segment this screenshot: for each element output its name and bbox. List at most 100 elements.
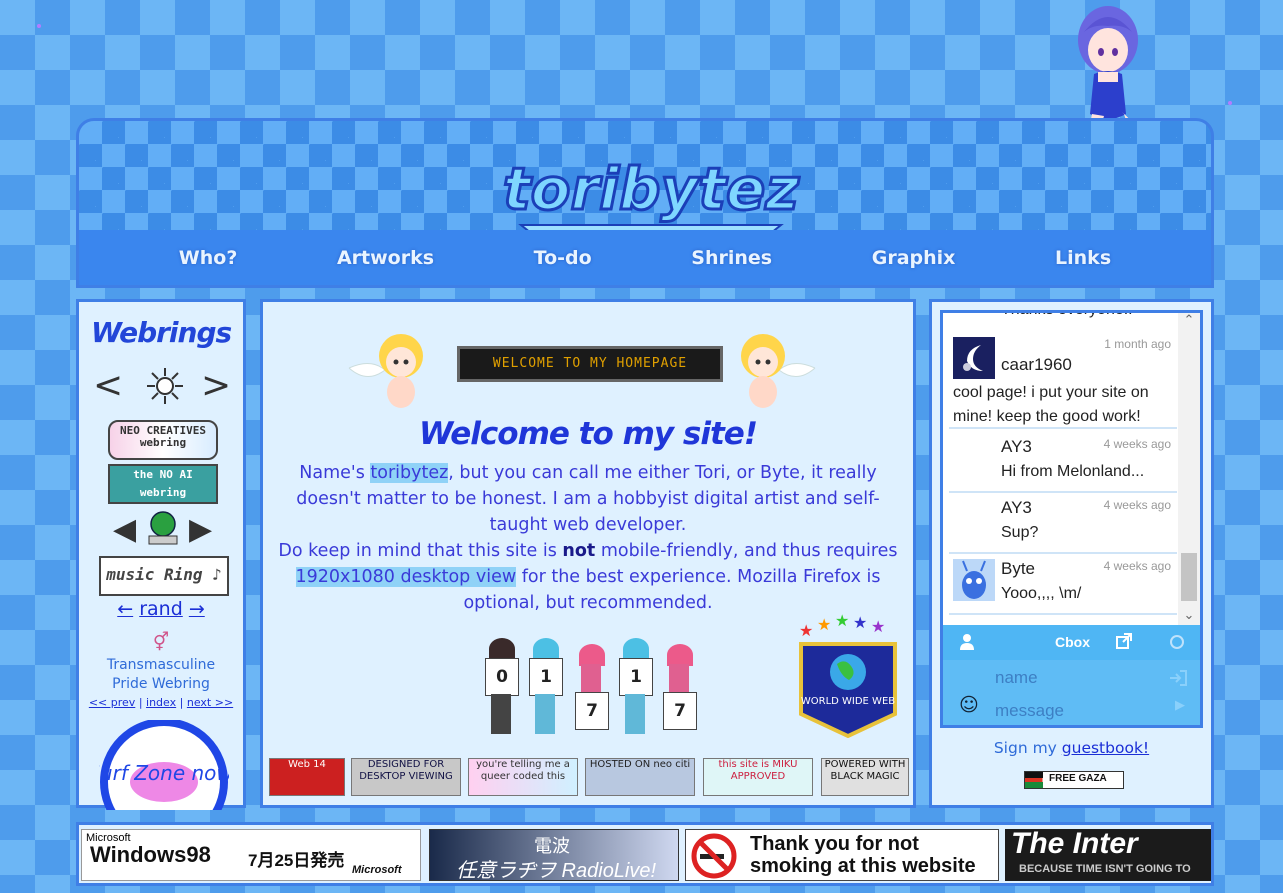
computer-globe-icon[interactable] bbox=[143, 508, 183, 548]
svg-text:★: ★ bbox=[799, 621, 813, 640]
not-emphasis: not bbox=[562, 541, 596, 561]
queer-coded-badge[interactable]: you're telling me a queer coded this bbox=[468, 758, 578, 796]
trans-symbol-icon: ⚥ bbox=[152, 632, 170, 653]
nav-who[interactable]: Who? bbox=[179, 247, 238, 269]
cbox-cutoff-message: Thanks everyone!! bbox=[1001, 313, 1133, 319]
message-time: 4 weeks ago bbox=[1103, 498, 1171, 512]
webrings-title: Webrings bbox=[91, 316, 232, 349]
surf-zone-badge[interactable]: Surf Zone now! bbox=[99, 720, 229, 810]
message-author[interactable]: Byte bbox=[1001, 559, 1035, 579]
emoji-icon[interactable]: ☺ bbox=[959, 694, 979, 716]
ring-prev-icon[interactable]: ◀ bbox=[113, 510, 136, 550]
user-icon[interactable] bbox=[959, 633, 975, 651]
angel-right-image bbox=[741, 334, 816, 408]
message-field[interactable]: message bbox=[995, 701, 1064, 721]
svg-text:Surf Zone now!: Surf Zone now! bbox=[99, 761, 229, 785]
angel-left-image bbox=[348, 334, 423, 408]
scroll-down-icon[interactable]: ⌄ bbox=[1178, 608, 1200, 623]
svg-text:★: ★ bbox=[835, 614, 849, 630]
nav-shrines[interactable]: Shrines bbox=[691, 247, 772, 269]
webring-sun-icon[interactable] bbox=[145, 366, 185, 406]
radio-live-banner[interactable]: 電波 任意ラヂヲ RadioLive! bbox=[429, 829, 679, 881]
external-link-icon[interactable] bbox=[1115, 632, 1133, 650]
neo-creatives-badge[interactable]: NEO CREATIVES webring bbox=[108, 420, 218, 460]
user-avatar-bug bbox=[953, 559, 995, 601]
music-ring-badge[interactable]: music Ring ♪ bbox=[99, 556, 229, 596]
counter-digit: 1 bbox=[525, 638, 565, 734]
no-smoking-banner[interactable]: Thank you for not smoking at this websit… bbox=[685, 829, 999, 881]
intro-text: Name's toribytez, but you can call me ei… bbox=[275, 460, 901, 616]
message-author[interactable]: AY3 bbox=[1001, 437, 1032, 457]
world-wide-web-badge[interactable]: ★ ★ ★ ★ ★ WORLD WIDE WEB bbox=[793, 614, 903, 738]
message-text: Hi from Melonland... bbox=[1001, 463, 1145, 480]
webring-next-arrow[interactable]: > bbox=[201, 366, 231, 406]
rand-prev-link[interactable]: ← bbox=[117, 598, 133, 620]
windows98-banner[interactable]: Microsoft Windows98 7月25日発売 Microsoft bbox=[81, 829, 421, 881]
web14-badge[interactable]: Web 14 bbox=[269, 758, 345, 796]
svg-text:★: ★ bbox=[853, 614, 867, 632]
trans-webring-title[interactable]: Transmasculine Pride Webring bbox=[87, 656, 235, 694]
counter-digit: 7 bbox=[659, 644, 699, 740]
cbox-label[interactable]: Cbox bbox=[1055, 634, 1090, 650]
chatbox-panel: Thanks everyone!! caar1960 1 month ago c… bbox=[929, 299, 1214, 808]
neocities-badge[interactable]: HOSTED ON neo citi bbox=[585, 758, 695, 796]
svg-text:WORLD WIDE WEB: WORLD WIDE WEB bbox=[801, 696, 895, 707]
cbox-message: AY3 4 weeks ago Sup? bbox=[949, 494, 1177, 554]
message-text: Yooo,,,, \m/ bbox=[1001, 585, 1082, 602]
nav-todo[interactable]: To-do bbox=[534, 247, 592, 269]
message-author[interactable]: AY3 bbox=[1001, 498, 1032, 518]
login-icon[interactable] bbox=[1169, 670, 1187, 686]
separator: | bbox=[138, 696, 143, 709]
cbox-form: name ☺ message ▶ bbox=[943, 660, 1200, 725]
sparkle bbox=[1228, 101, 1232, 105]
trans-prev-link[interactable]: << prev bbox=[89, 696, 135, 709]
welcome-marquee: WELCOME TO MY HOMEPAGE bbox=[457, 346, 723, 382]
guestbook-prefix: Sign my bbox=[993, 739, 1062, 757]
message-time: 1 month ago bbox=[1104, 337, 1171, 351]
scroll-thumb[interactable] bbox=[1181, 553, 1197, 601]
send-icon[interactable]: ▶ bbox=[1175, 698, 1185, 713]
message-text: Sup? bbox=[1001, 524, 1039, 541]
cbox-widget: Thanks everyone!! caar1960 1 month ago c… bbox=[940, 310, 1203, 728]
message-time: 4 weeks ago bbox=[1103, 437, 1171, 451]
guestbook-link[interactable]: guestbook! bbox=[1062, 739, 1149, 757]
cbox-toolbar: Cbox bbox=[943, 625, 1200, 660]
rand-next-link[interactable]: → bbox=[189, 598, 205, 620]
site-header: toribytez Who? Artworks To-do Shrines Gr… bbox=[76, 118, 1214, 288]
black-magic-badge[interactable]: POWERED WITH BLACK MAGIC bbox=[821, 758, 909, 796]
ring-next-icon[interactable]: ▶ bbox=[189, 510, 212, 550]
trans-index-link[interactable]: index bbox=[146, 696, 176, 709]
message-author[interactable]: caar1960 bbox=[1001, 355, 1072, 375]
miku-approved-badge[interactable]: this site is MIKU APPROVED bbox=[703, 758, 813, 796]
cbox-message: AY3 4 weeks ago Hi from Melonland... bbox=[949, 433, 1177, 493]
main-nav: Who? Artworks To-do Shrines Graphix Link… bbox=[79, 230, 1211, 285]
status-circle-icon[interactable] bbox=[1169, 634, 1185, 650]
cbox-scrollbar[interactable]: ⌃ ⌄ bbox=[1178, 313, 1200, 625]
name-field[interactable]: name bbox=[995, 668, 1038, 688]
cbox-message: caar1960 1 month ago cool page! i put yo… bbox=[949, 333, 1177, 429]
svg-text:★: ★ bbox=[817, 615, 831, 634]
trans-webring-nav: << prev | index | next >> bbox=[79, 696, 243, 709]
no-smoking-icon bbox=[691, 833, 737, 879]
nav-graphix[interactable]: Graphix bbox=[872, 247, 956, 269]
counter-digit: 7 bbox=[571, 644, 611, 740]
logo-text: toribytez bbox=[503, 155, 799, 223]
sparkle bbox=[37, 24, 41, 28]
counter-digit: 1 bbox=[615, 638, 655, 734]
no-ai-webring-badge[interactable]: the NO AI webring bbox=[108, 464, 218, 504]
the-internet-banner[interactable]: The Inter BECAUSE TIME ISN'T GOING TO bbox=[1005, 829, 1211, 881]
svg-text:★: ★ bbox=[871, 617, 885, 636]
free-gaza-badge[interactable]: FREE GAZA bbox=[1024, 771, 1124, 789]
nav-artworks[interactable]: Artworks bbox=[337, 247, 434, 269]
counter-digit: 0 bbox=[481, 638, 521, 734]
nav-links[interactable]: Links bbox=[1055, 247, 1111, 269]
desktop-viewing-badge[interactable]: DESIGNED FOR DESKTOP VIEWING bbox=[351, 758, 461, 796]
rand-link[interactable]: rand bbox=[139, 598, 183, 620]
trans-next-link[interactable]: next >> bbox=[187, 696, 233, 709]
site-logo[interactable]: toribytez bbox=[501, 121, 801, 239]
message-text: cool page! i put your site on mine! keep… bbox=[953, 384, 1149, 425]
webring-prev-arrow[interactable]: < bbox=[93, 366, 123, 406]
scroll-up-icon[interactable]: ⌃ bbox=[1178, 313, 1200, 328]
name-highlight: toribytez bbox=[370, 463, 449, 483]
intro-text-part: Name's bbox=[299, 463, 371, 483]
